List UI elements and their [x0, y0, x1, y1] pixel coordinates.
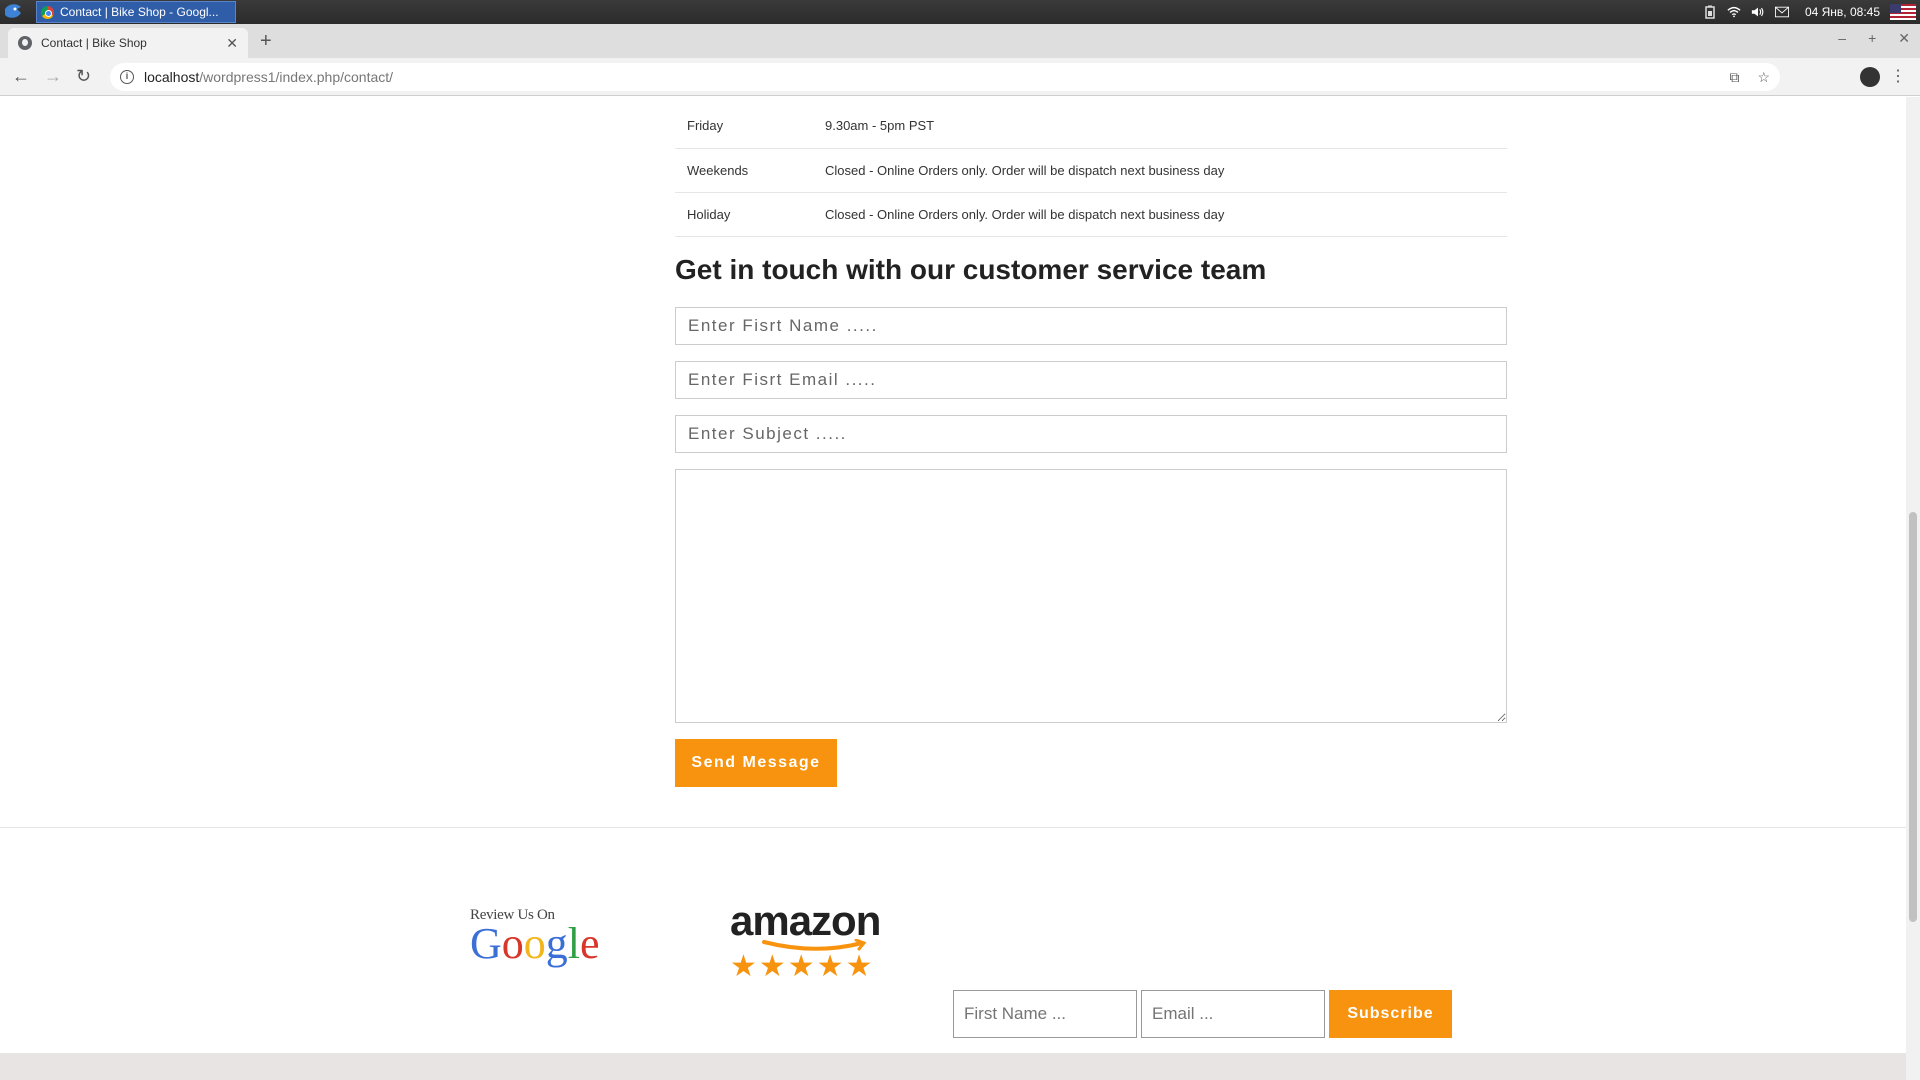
taskbar-window-title: Contact | Bike Shop - Googl...	[60, 5, 219, 19]
footer-divider	[0, 827, 1906, 828]
newsletter-email-input[interactable]	[1141, 990, 1325, 1038]
scrollbar-thumb[interactable]	[1909, 512, 1917, 922]
close-window-icon[interactable]: ✕	[1898, 30, 1910, 47]
close-tab-icon[interactable]: ✕	[226, 35, 238, 52]
back-arrow-icon[interactable]: ←	[12, 66, 30, 87]
address-bar[interactable]: i localhost/wordpress1/index.php/contact…	[110, 63, 1780, 91]
google-wordmark: Google	[470, 919, 600, 968]
page-scrollbar[interactable]	[1906, 97, 1920, 1080]
hours-time: Closed - Online Orders only. Order will …	[825, 192, 1507, 237]
tab-favicon-icon	[18, 36, 32, 50]
browser-tab-contact[interactable]: Contact | Bike Shop ✕	[8, 28, 248, 58]
email-input[interactable]	[675, 361, 1507, 399]
system-tray: 04 Янв, 08:45	[1703, 0, 1920, 24]
url-host: localhost	[144, 69, 200, 85]
hours-time: Closed - Online Orders only. Order will …	[825, 148, 1507, 193]
keyboard-layout-flag-icon[interactable]	[1890, 4, 1916, 20]
site-info-icon[interactable]: i	[120, 70, 134, 84]
amazon-wordmark: amazon	[730, 897, 881, 944]
table-row: Friday 9.30am - 5pm PST	[675, 104, 1507, 149]
start-menu-icon[interactable]	[3, 3, 23, 21]
taskbar-window-chrome[interactable]: Contact | Bike Shop - Googl...	[36, 1, 236, 23]
amazon-review-logo[interactable]: amazon ★★★★★	[730, 897, 881, 984]
review-us-on-google-logo[interactable]: Review Us On Google	[470, 907, 600, 968]
first-name-input[interactable]	[675, 307, 1507, 345]
contact-heading: Get in touch with our customer service t…	[675, 254, 1267, 285]
subject-input[interactable]	[675, 415, 1507, 453]
os-taskbar: Contact | Bike Shop - Googl... 04 Янв, 0…	[0, 0, 1920, 24]
newsletter-first-name-input[interactable]	[953, 990, 1137, 1038]
opening-hours-table: Friday 9.30am - 5pm PST Weekends Closed …	[675, 104, 1507, 237]
subscribe-button[interactable]: Subscribe	[1329, 990, 1452, 1038]
minimize-window-icon[interactable]: –	[1838, 30, 1846, 47]
table-row: Holiday Closed - Online Orders only. Ord…	[675, 192, 1507, 237]
hours-time: 9.30am - 5pm PST	[825, 104, 1507, 149]
translate-icon[interactable]: ⧉	[1729, 69, 1739, 86]
wifi-icon[interactable]	[1727, 5, 1741, 19]
page-viewport: Friday 9.30am - 5pm PST Weekends Closed …	[0, 97, 1906, 1080]
volume-icon[interactable]	[1751, 5, 1765, 19]
footer-bottom-bar	[0, 1053, 1906, 1080]
bookmark-star-icon[interactable]: ☆	[1757, 69, 1770, 86]
amazon-rating-stars-icon: ★★★★★	[730, 950, 875, 983]
hours-day: Weekends	[675, 148, 825, 193]
url-path: /wordpress1/index.php/contact/	[199, 69, 394, 85]
system-clock[interactable]: 04 Янв, 08:45	[1805, 5, 1880, 19]
send-message-button[interactable]: Send Message	[675, 739, 837, 787]
profile-avatar-icon[interactable]	[1860, 67, 1880, 87]
tab-title: Contact | Bike Shop	[41, 36, 147, 50]
battery-icon[interactable]	[1703, 5, 1717, 19]
maximize-window-icon[interactable]: +	[1868, 30, 1876, 47]
hours-day: Friday	[675, 104, 825, 149]
window-controls: – + ✕	[1838, 30, 1910, 47]
reload-icon[interactable]: ↻	[76, 66, 91, 87]
browser-tabstrip: Contact | Bike Shop ✕ + – + ✕	[0, 24, 1920, 58]
mail-icon[interactable]	[1774, 5, 1789, 19]
message-textarea[interactable]	[675, 469, 1507, 723]
chrome-icon	[41, 5, 54, 19]
hours-day: Holiday	[675, 192, 825, 237]
browser-menu-icon[interactable]: ⋮	[1890, 66, 1906, 86]
new-tab-icon[interactable]: +	[260, 30, 272, 53]
forward-arrow-icon[interactable]: →	[44, 66, 62, 87]
browser-toolbar: ← → ↻ i localhost/wordpress1/index.php/c…	[0, 58, 1920, 96]
table-row: Weekends Closed - Online Orders only. Or…	[675, 148, 1507, 193]
